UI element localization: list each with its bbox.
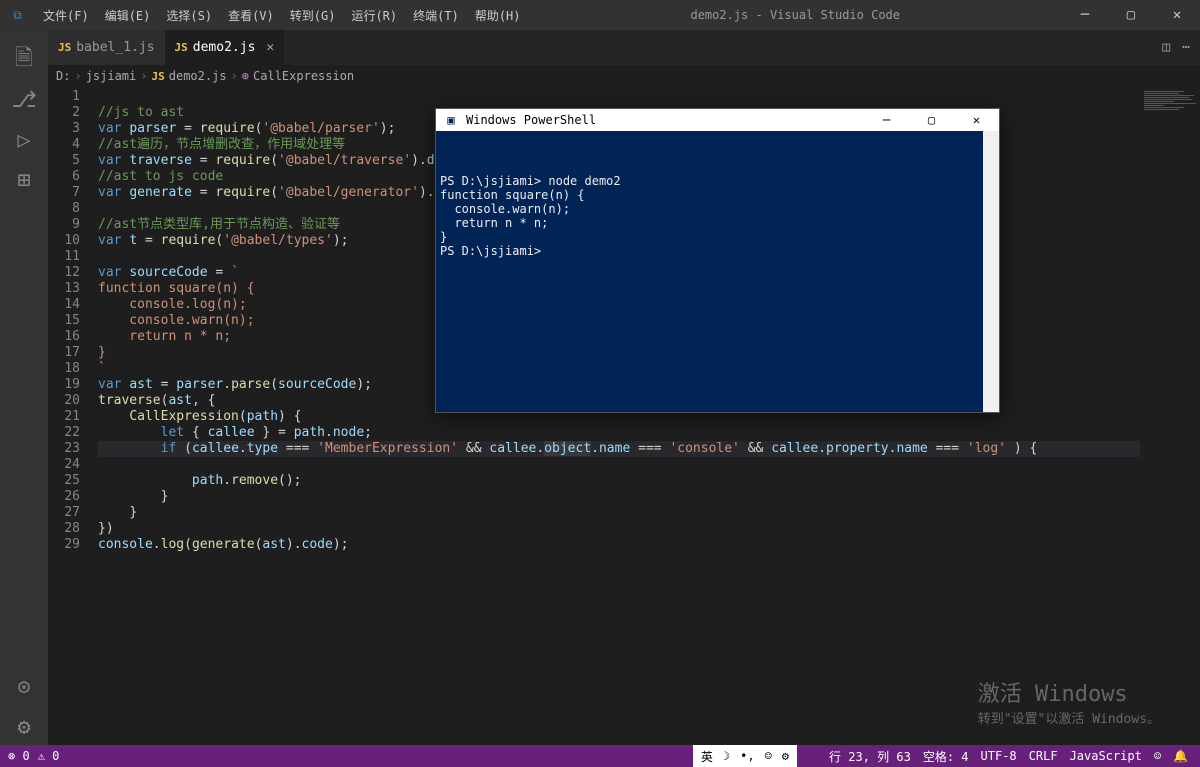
menu-run[interactable]: 运行(R)	[343, 7, 405, 24]
menu-goto[interactable]: 转到(G)	[282, 7, 344, 24]
minimap[interactable]	[1140, 87, 1200, 747]
windows-watermark: 激活 Windows 转到"设置"以激活 Windows。	[978, 676, 1160, 727]
close-tab-icon[interactable]: ✕	[266, 40, 274, 55]
powershell-titlebar[interactable]: ▣ Windows PowerShell ─ ▢ ✕	[436, 109, 999, 131]
breadcrumb[interactable]: D:› jsjiami› JS demo2.js› ⊕CallExpressio…	[48, 65, 1200, 87]
close-icon[interactable]: ✕	[1154, 7, 1200, 23]
powershell-window[interactable]: ▣ Windows PowerShell ─ ▢ ✕ PS D:\jsjiami…	[435, 108, 1000, 413]
menu-edit[interactable]: 编辑(E)	[97, 7, 159, 24]
menu-file[interactable]: 文件(F)	[35, 7, 97, 24]
ps-close-icon[interactable]: ✕	[954, 113, 999, 127]
menu-view[interactable]: 查看(V)	[220, 7, 282, 24]
window-title: demo2.js - Visual Studio Code	[529, 8, 1063, 22]
extensions-icon[interactable]: ⊞	[0, 160, 48, 200]
settings-gear-icon[interactable]: ⚙	[0, 707, 48, 747]
vscode-icon: ⧉	[0, 8, 35, 23]
powershell-icon: ▣	[436, 113, 466, 127]
status-warnings[interactable]: ⚠ 0	[38, 749, 60, 763]
status-lang[interactable]: JavaScript	[1070, 749, 1142, 763]
bell-icon[interactable]: 🔔	[1173, 749, 1188, 763]
maximize-icon[interactable]: ▢	[1108, 7, 1154, 23]
menu-help[interactable]: 帮助(H)	[467, 7, 529, 24]
menubar: 文件(F) 编辑(E) 选择(S) 查看(V) 转到(G) 运行(R) 终端(T…	[35, 7, 529, 24]
powershell-title: Windows PowerShell	[466, 113, 596, 127]
status-cursor[interactable]: 行 23, 列 63	[829, 748, 911, 765]
feedback-icon[interactable]: ☺	[1154, 749, 1161, 763]
powershell-body[interactable]: PS D:\jsjiami> node demo2function square…	[436, 131, 999, 412]
ps-maximize-icon[interactable]: ▢	[909, 113, 954, 127]
run-debug-icon[interactable]: ▷	[0, 120, 48, 160]
statusbar: ⊗ 0 ⚠ 0 英☽•,☺⚙ 行 23, 列 63 空格: 4 UTF-8 CR…	[0, 745, 1200, 767]
menu-terminal[interactable]: 终端(T)	[405, 7, 467, 24]
titlebar: ⧉ 文件(F) 编辑(E) 选择(S) 查看(V) 转到(G) 运行(R) 终端…	[0, 0, 1200, 30]
ps-minimize-icon[interactable]: ─	[864, 113, 909, 127]
files-icon[interactable]: 🗎	[0, 40, 48, 80]
ime-indicator[interactable]: 英☽•,☺⚙	[693, 745, 797, 767]
status-spaces[interactable]: 空格: 4	[923, 748, 969, 765]
split-editor-icon[interactable]: ◫	[1162, 40, 1170, 55]
scrollbar[interactable]	[983, 131, 999, 412]
status-errors[interactable]: ⊗ 0	[8, 749, 30, 763]
minimize-icon[interactable]: ─	[1062, 7, 1108, 23]
status-encoding[interactable]: UTF-8	[981, 749, 1017, 763]
more-actions-icon[interactable]: ⋯	[1182, 40, 1190, 55]
tab-bar: JSbabel_1.js JSdemo2.js✕ ◫ ⋯	[48, 30, 1200, 65]
status-eol[interactable]: CRLF	[1029, 749, 1058, 763]
tab-demo2[interactable]: JSdemo2.js✕	[165, 30, 285, 65]
menu-select[interactable]: 选择(S)	[158, 7, 220, 24]
account-icon[interactable]: ⊙	[0, 667, 48, 707]
tab-babel[interactable]: JSbabel_1.js	[48, 30, 165, 65]
activitybar: 🗎 ⎇ ▷ ⊞ ⊙ ⚙	[0, 30, 48, 747]
source-control-icon[interactable]: ⎇	[0, 80, 48, 120]
